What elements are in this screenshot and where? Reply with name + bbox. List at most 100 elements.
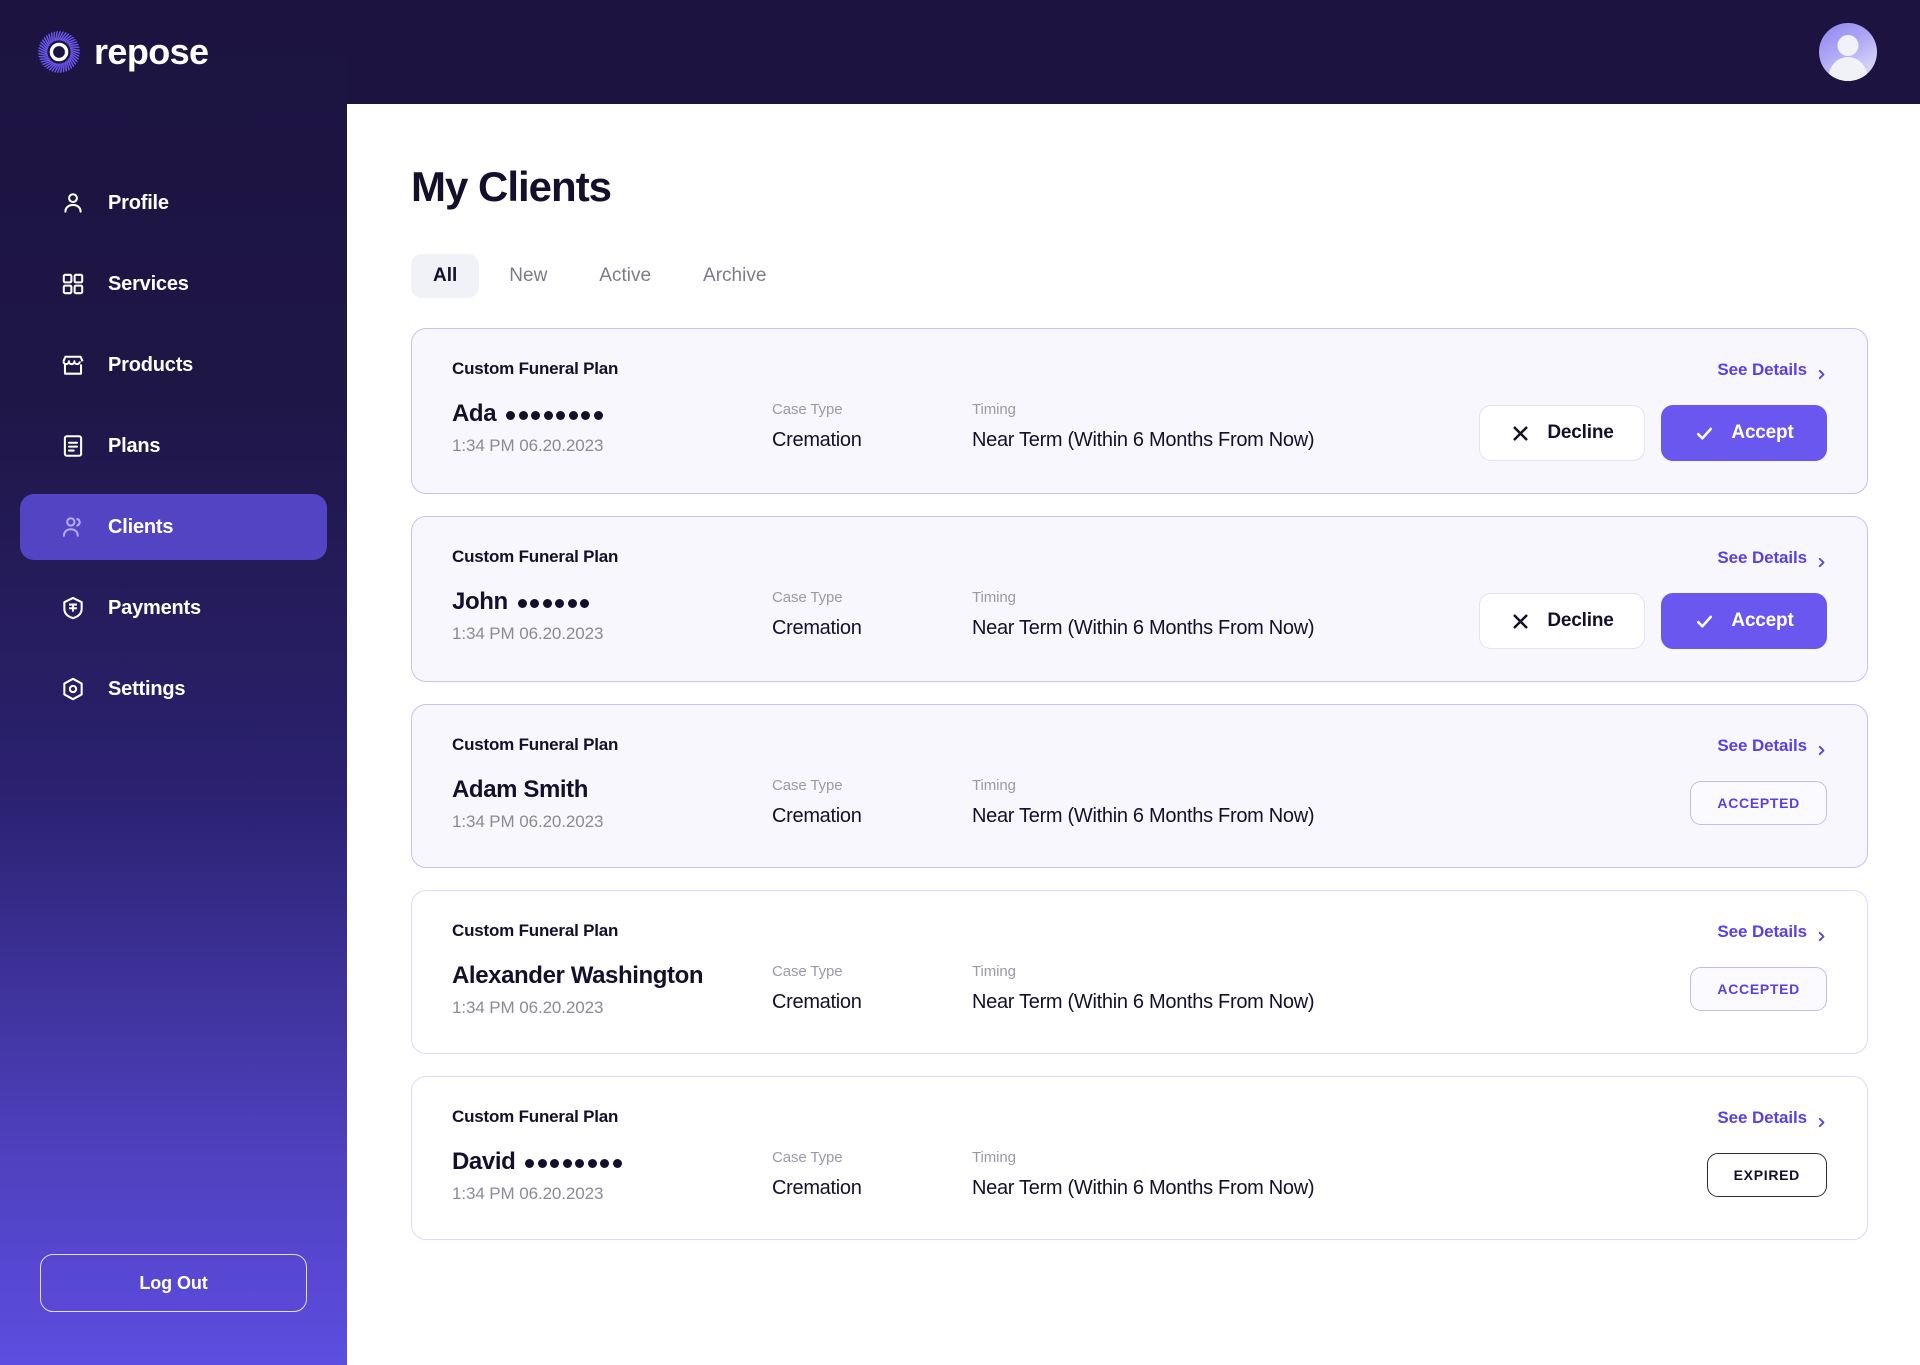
masked-name-dots (525, 1158, 622, 1168)
check-icon (1694, 423, 1715, 444)
case-type-field: Case Type Cremation (772, 777, 972, 828)
plan-name: Custom Funeral Plan (452, 921, 619, 940)
sidebar-item-label: Settings (108, 677, 186, 700)
users-icon (60, 514, 86, 540)
timing-field: Timing Near Term (Within 6 Months From N… (972, 777, 1315, 828)
decline-button[interactable]: Decline (1479, 593, 1645, 649)
see-details-link[interactable]: See Details (1717, 922, 1827, 942)
see-details-label: See Details (1717, 1108, 1807, 1127)
timing-field: Timing Near Term (Within 6 Months From N… (972, 1149, 1315, 1200)
client-name-row: David (452, 1148, 772, 1175)
case-type-label: Case Type (772, 401, 843, 418)
user-avatar[interactable] (1819, 23, 1877, 81)
tab-all[interactable]: All (411, 254, 480, 298)
sidebar-item-plans[interactable]: Plans (20, 413, 327, 479)
timing-value: Near Term (Within 6 Months From Now) (972, 991, 1315, 1013)
accept-label: Accept (1731, 610, 1794, 631)
client-card[interactable]: Custom Funeral Plan See Details Alexande… (411, 890, 1868, 1054)
gear-hex-icon (60, 676, 86, 702)
see-details-link[interactable]: See Details (1717, 1108, 1827, 1128)
case-type-value: Cremation (772, 805, 862, 827)
timing-field: Timing Near Term (Within 6 Months From N… (972, 589, 1315, 640)
see-details-link[interactable]: See Details (1717, 548, 1827, 568)
timing-label: Timing (972, 1149, 1016, 1166)
status-badge: EXPIRED (1706, 1153, 1827, 1197)
tab-bar: All New Active Archive (411, 254, 1868, 298)
client-timestamp: 1:34 PM 06.20.2023 (452, 436, 604, 456)
case-type-field: Case Type Cremation (772, 401, 972, 452)
sidebar-item-label: Plans (108, 434, 161, 457)
grid-icon (60, 271, 86, 297)
card-actions: Decline Accept (1479, 401, 1827, 461)
client-timestamp: 1:34 PM 06.20.2023 (452, 1184, 604, 1204)
client-card-list: Custom Funeral Plan See Details Ada 1:34… (411, 328, 1868, 1240)
timing-value: Near Term (Within 6 Months From Now) (972, 617, 1315, 639)
plan-name: Custom Funeral Plan (452, 735, 619, 754)
client-card[interactable]: Custom Funeral Plan See Details David 1:… (411, 1076, 1868, 1240)
repose-sunburst-logo-icon (38, 31, 80, 73)
log-out-button[interactable]: Log Out (40, 1254, 307, 1312)
sidebar-item-label: Services (108, 272, 189, 295)
timing-field: Timing Near Term (Within 6 Months From N… (972, 401, 1315, 452)
see-details-link[interactable]: See Details (1717, 736, 1827, 756)
see-details-label: See Details (1717, 360, 1807, 379)
client-card[interactable]: Custom Funeral Plan See Details Adam Smi… (411, 704, 1868, 868)
sidebar-nav: Profile Services Products Plans Clients … (0, 170, 347, 737)
case-type-label: Case Type (772, 1149, 843, 1166)
tab-new[interactable]: New (487, 254, 569, 298)
sidebar-item-clients[interactable]: Clients (20, 494, 327, 560)
main-content: My Clients All New Active Archive Custom… (347, 0, 1920, 1365)
client-name-row: John (452, 588, 772, 615)
user-icon (60, 190, 86, 216)
timing-label: Timing (972, 589, 1016, 606)
accept-button[interactable]: Accept (1661, 593, 1827, 649)
sidebar-item-payments[interactable]: Payments (20, 575, 327, 641)
masked-name-dots (517, 598, 590, 608)
decline-label: Decline (1547, 422, 1614, 443)
storefront-icon (60, 352, 86, 378)
plan-name: Custom Funeral Plan (452, 359, 619, 378)
timing-value: Near Term (Within 6 Months From Now) (972, 1177, 1315, 1199)
page-title: My Clients (411, 163, 612, 210)
plan-name: Custom Funeral Plan (452, 1107, 619, 1126)
avatar-head-icon (1837, 35, 1859, 56)
close-icon (1510, 423, 1531, 444)
client-first-name: Alexander Washington (452, 962, 704, 989)
sidebar-item-settings[interactable]: Settings (20, 656, 327, 722)
card-actions: ACCEPTED (1690, 963, 1827, 1011)
sidebar-item-services[interactable]: Services (20, 251, 327, 317)
client-name-row: Alexander Washington (452, 962, 772, 989)
document-icon (60, 433, 86, 459)
client-first-name: David (452, 1148, 516, 1175)
chevron-right-icon (1816, 741, 1827, 755)
brand-name: repose (94, 31, 209, 72)
card-actions: Decline Accept (1479, 589, 1827, 649)
case-type-value: Cremation (772, 991, 862, 1013)
accept-button[interactable]: Accept (1661, 405, 1827, 461)
case-type-field: Case Type Cremation (772, 1149, 972, 1200)
see-details-link[interactable]: See Details (1717, 360, 1827, 380)
sidebar-item-label: Profile (108, 191, 169, 214)
timing-label: Timing (972, 401, 1016, 418)
tab-archive[interactable]: Archive (681, 254, 788, 298)
client-identity: John 1:34 PM 06.20.2023 (452, 588, 772, 644)
decline-button[interactable]: Decline (1479, 405, 1645, 461)
sidebar-item-profile[interactable]: Profile (20, 170, 327, 236)
timing-field: Timing Near Term (Within 6 Months From N… (972, 963, 1315, 1014)
brand[interactable]: repose (0, 0, 347, 104)
see-details-label: See Details (1717, 736, 1807, 755)
client-card[interactable]: Custom Funeral Plan See Details John 1:3… (411, 516, 1868, 682)
accept-label: Accept (1731, 422, 1794, 443)
client-timestamp: 1:34 PM 06.20.2023 (452, 812, 604, 832)
sidebar-item-label: Clients (108, 515, 174, 538)
case-type-value: Cremation (772, 617, 862, 639)
sidebar-item-products[interactable]: Products (20, 332, 327, 398)
timing-label: Timing (972, 963, 1016, 980)
client-first-name: Adam Smith (452, 776, 589, 803)
chevron-right-icon (1816, 927, 1827, 941)
decline-label: Decline (1547, 610, 1614, 631)
tab-active[interactable]: Active (577, 254, 673, 298)
avatar-body-icon (1829, 57, 1867, 81)
plan-name: Custom Funeral Plan (452, 547, 619, 566)
client-card[interactable]: Custom Funeral Plan See Details Ada 1:34… (411, 328, 1868, 494)
